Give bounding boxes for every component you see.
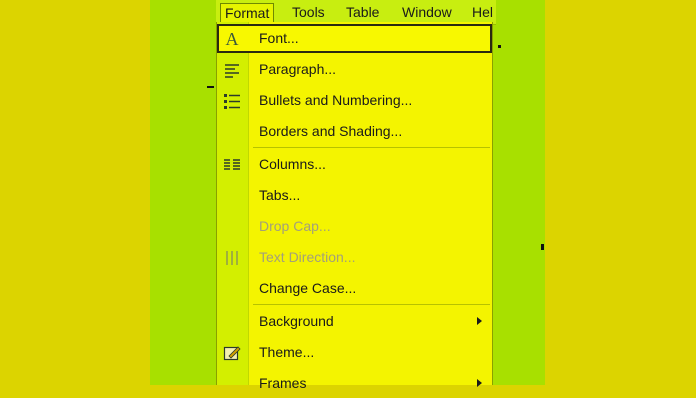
menu-item-font[interactable]: A Font... bbox=[217, 24, 492, 53]
menu-separator bbox=[253, 147, 490, 148]
paragraph-icon bbox=[223, 61, 241, 79]
menu-table[interactable]: Table bbox=[342, 3, 383, 22]
text-direction-icon bbox=[223, 249, 241, 267]
columns-icon bbox=[223, 156, 241, 174]
menu-format[interactable]: Format bbox=[220, 3, 275, 23]
menu-tools[interactable]: Tools bbox=[288, 3, 329, 22]
menu-item-borders-shading[interactable]: Borders and Shading... bbox=[217, 117, 492, 146]
bullets-icon bbox=[223, 92, 241, 110]
theme-icon bbox=[223, 344, 241, 362]
artifact-mark bbox=[541, 244, 544, 250]
menu-item-paragraph[interactable]: Paragraph... bbox=[217, 55, 492, 84]
submenu-arrow-icon bbox=[477, 379, 482, 387]
format-menu: A Font... Paragraph... Bullets and Numbe… bbox=[216, 22, 493, 391]
menu-item-tabs[interactable]: Tabs... bbox=[217, 181, 492, 210]
submenu-arrow-icon bbox=[477, 317, 482, 325]
artifact-mark bbox=[207, 86, 214, 88]
menu-item-bullets-numbering[interactable]: Bullets and Numbering... bbox=[217, 86, 492, 115]
font-A-icon: A bbox=[225, 28, 239, 49]
menu-item-columns[interactable]: Columns... bbox=[217, 150, 492, 179]
menu-help[interactable]: Hel bbox=[468, 3, 497, 22]
menu-window[interactable]: Window bbox=[398, 3, 456, 22]
menu-item-drop-cap[interactable]: Drop Cap... bbox=[217, 212, 492, 241]
menu-item-background[interactable]: Background bbox=[217, 307, 492, 336]
menu-item-change-case[interactable]: Change Case... bbox=[217, 274, 492, 303]
menu-item-theme[interactable]: Theme... bbox=[217, 338, 492, 367]
menu-item-text-direction[interactable]: Text Direction... bbox=[217, 243, 492, 272]
menu-separator bbox=[253, 304, 490, 305]
artifact-mark bbox=[498, 45, 501, 48]
menu-item-frames[interactable]: Frames bbox=[217, 369, 492, 398]
